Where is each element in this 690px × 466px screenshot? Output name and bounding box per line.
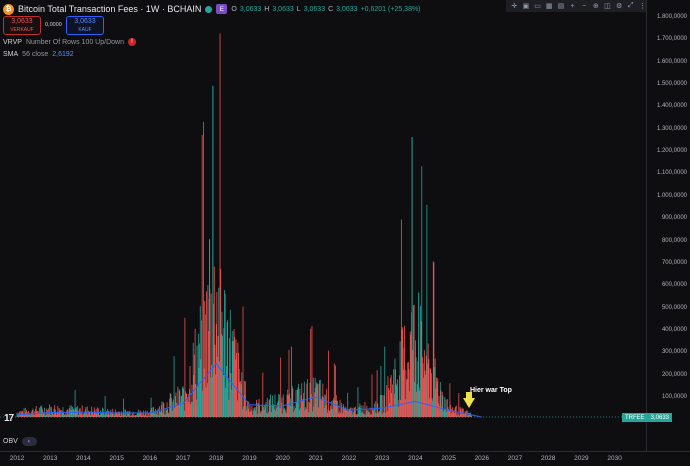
warning-icon[interactable]: ! xyxy=(127,38,136,46)
indicator-sma[interactable]: SMA 56 close 2,6192 xyxy=(3,51,74,58)
time-tick-label: 2025 xyxy=(441,455,456,462)
ohlc-open-label: O xyxy=(231,5,237,13)
time-tick-label: 2028 xyxy=(540,455,556,462)
expand-icon[interactable]: ⤢ xyxy=(627,2,634,10)
time-tick-label: 2027 xyxy=(507,455,523,462)
chart-icon[interactable]: ◫ xyxy=(604,2,611,10)
ohlc-high: 3,0633 xyxy=(272,5,294,13)
plus-icon[interactable]: + xyxy=(569,2,576,10)
price-tick-label: 300,0000 xyxy=(661,349,687,356)
time-axis[interactable]: 2012 2013 2014 2015 2016 2017 2018 2019 2020 2021… xyxy=(0,451,690,466)
price-tick-label: 900,0000 xyxy=(661,215,687,222)
ohlc-close: 3,0633 xyxy=(336,5,358,13)
more-icon[interactable]: ⋮ xyxy=(639,2,646,10)
sma-value: 2,6192 xyxy=(52,51,74,58)
annotation-arrow-icon[interactable] xyxy=(463,398,475,408)
buy-price: 3,0633 xyxy=(74,18,96,25)
time-tick-label: 2012 xyxy=(9,455,25,462)
price-tick-label: 1.500,0000 xyxy=(656,81,687,88)
price-axis[interactable]: 1.800,0000 1.700,0000 1.600,0000 1.500,0000… xyxy=(646,0,690,452)
time-tick-label: 2017 xyxy=(175,455,191,462)
price-tick-label: 1.700,0000 xyxy=(656,36,687,43)
settings-icon[interactable]: ⚙ xyxy=(616,2,623,10)
zoom-in-icon[interactable]: ⊕ xyxy=(592,2,599,10)
obv-pane-legend[interactable]: OBV ◐ xyxy=(3,437,37,446)
price-tick-label: 1.600,0000 xyxy=(656,58,687,65)
chart-toolbar: ✛ ▣ ▭ ▦ ▤ + − ⊕ ◫ ⚙ ⤢ ⋮ xyxy=(506,0,646,12)
table-icon[interactable]: ▦ xyxy=(546,2,553,10)
time-tick-label: 2026 xyxy=(474,455,490,462)
time-tick-label: 2019 xyxy=(242,455,257,462)
last-value: 3,0633 xyxy=(650,414,670,421)
ohlc-low-label: L xyxy=(296,5,301,13)
price-tick-label: 500,0000 xyxy=(661,304,687,311)
time-tick-label: 2018 xyxy=(208,455,224,462)
price-plot[interactable] xyxy=(0,0,690,466)
time-tick-label: 2024 xyxy=(408,455,423,462)
zoom-out-icon[interactable]: − xyxy=(581,2,588,10)
annotation-text[interactable]: Hier war Top xyxy=(470,387,512,394)
last-symbol: TRFEE xyxy=(625,414,645,421)
obv-name: OBV xyxy=(3,438,18,445)
sell-label: VERKAUF xyxy=(10,27,34,33)
time-tick-label: 2015 xyxy=(109,455,124,462)
ohlc-high-label: H xyxy=(264,5,270,13)
time-tick-label: 2030 xyxy=(607,455,622,462)
sma-name: SMA xyxy=(3,51,19,58)
sma-params: 56 close xyxy=(22,51,49,58)
price-tick-label: 1.000,0000 xyxy=(656,192,687,199)
sell-button[interactable]: 3,0633 VERKAUF xyxy=(3,16,41,35)
market-status-icon xyxy=(205,5,213,13)
time-tick-label: 2020 xyxy=(275,455,290,462)
price-tick-label: 1.100,0000 xyxy=(656,170,687,177)
price-tick-label: 1.800,0000 xyxy=(656,14,687,20)
price-tick-label: 1.300,0000 xyxy=(656,125,687,132)
chart-area[interactable] xyxy=(0,0,690,466)
events-badge[interactable]: E xyxy=(216,4,228,14)
ruler-icon[interactable]: ▭ xyxy=(534,2,541,10)
ohlc-close-label: C xyxy=(328,5,334,13)
price-tick-label: 100,0000 xyxy=(661,393,687,400)
ohlc-change: +0,6201 (+25,38%) xyxy=(360,5,421,13)
time-tick-label: 2013 xyxy=(42,455,58,462)
last-price-label: TRFEE 3,0633 xyxy=(622,413,673,422)
price-tick-label: 1.200,0000 xyxy=(656,148,687,155)
screenshot-icon[interactable]: ▣ xyxy=(523,2,530,10)
time-tick-label: 2021 xyxy=(308,455,324,462)
price-tick-label: 1.400,0000 xyxy=(656,103,687,110)
obv-settings-icon[interactable]: ◐ xyxy=(21,437,37,446)
chart-header: ₿ Bitcoin Total Transaction Fees · 1W · … xyxy=(3,2,421,16)
tradingview-logo[interactable]: 17 xyxy=(4,413,14,424)
time-tick-label: 2023 xyxy=(374,455,390,462)
vrvp-name: VRVP xyxy=(3,38,22,46)
price-tick-label: 700,0000 xyxy=(661,259,687,266)
sell-price: 3,0633 xyxy=(11,18,33,25)
ohlc-values: O 3,0633 H 3,0633 L 3,0633 C 3,0633 +0,6201 … xyxy=(231,6,420,13)
spread-value: 0,0000 xyxy=(45,22,62,28)
ohlc-open: 3,0633 xyxy=(239,5,262,13)
time-tick-label: 2014 xyxy=(76,455,91,462)
price-tick-label: 600,0000 xyxy=(661,282,687,289)
buy-label: KAUF xyxy=(78,27,92,33)
price-tick-label: 400,0000 xyxy=(661,326,687,333)
bitcoin-logo-icon: ₿ xyxy=(3,3,14,15)
time-tick-label: 2029 xyxy=(574,455,589,462)
indicator-vrvp[interactable]: VRVP Number Of Rows 100 Up/Down ! xyxy=(3,38,136,46)
vrvp-params: Number Of Rows 100 Up/Down xyxy=(25,38,124,46)
ohlc-low: 3,0633 xyxy=(303,5,326,13)
price-tick-label: 200,0000 xyxy=(661,371,687,378)
buy-button[interactable]: 3,0633 KAUF xyxy=(66,16,104,35)
crosshair-icon[interactable]: ✛ xyxy=(511,2,518,10)
calendar-icon[interactable]: ▤ xyxy=(558,2,565,10)
symbol-title[interactable]: Bitcoin Total Transaction Fees · 1W · BC… xyxy=(18,4,201,14)
time-tick-label: 2016 xyxy=(142,455,158,462)
time-tick-label: 2022 xyxy=(341,455,357,462)
price-tick-label: 800,0000 xyxy=(661,237,687,244)
